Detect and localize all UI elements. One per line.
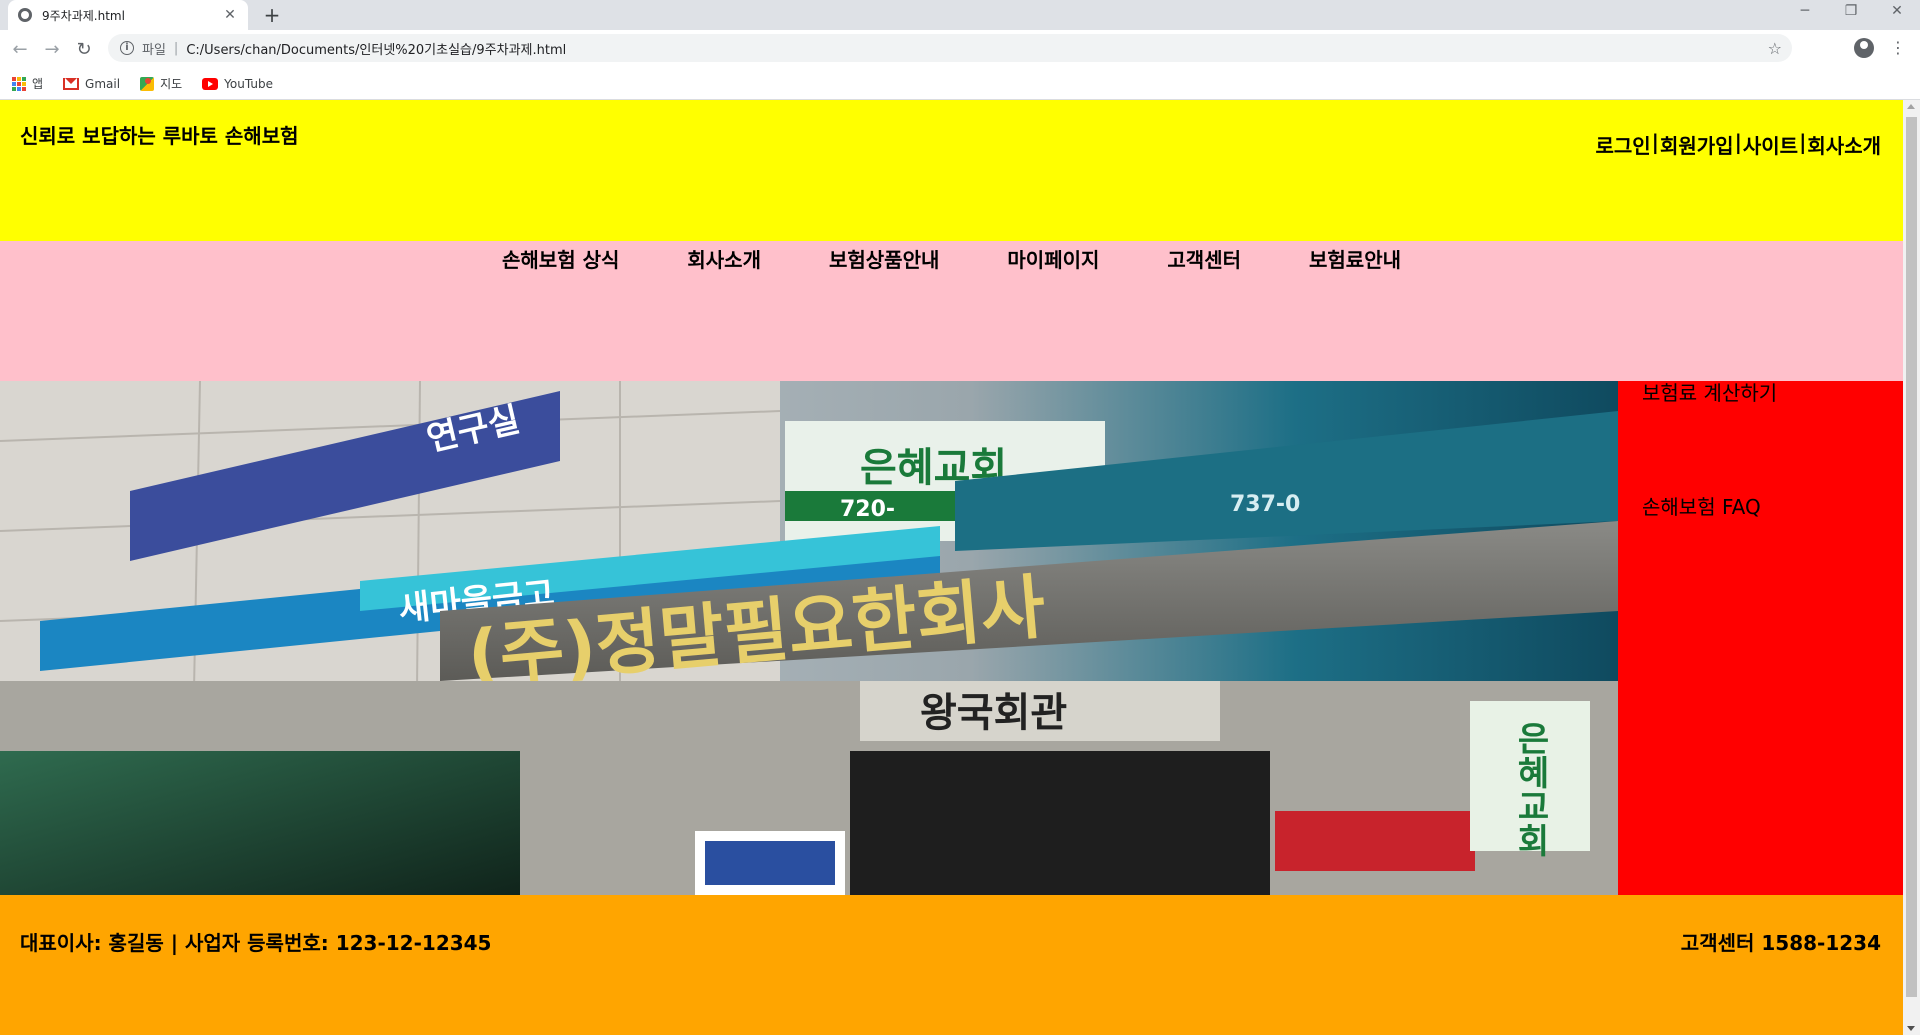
link-separator: | bbox=[1799, 130, 1807, 154]
forward-arrow-icon[interactable]: → bbox=[40, 38, 64, 62]
main-navigation: 손해보험 상식 회사소개 보험상품안내 마이페이지 고객센터 보험료안내 bbox=[0, 241, 1903, 381]
nav-item-mypage[interactable]: 마이페이지 bbox=[1007, 244, 1099, 273]
top-links: 로그인 | 회원가입 | 사이트 | 회사소개 bbox=[1595, 130, 1881, 159]
window-restore-button[interactable]: ❐ bbox=[1828, 0, 1874, 26]
link-separator: | bbox=[1734, 130, 1742, 154]
company-info: 대표이사: 홍길동 | 사업자 등록번호: 123-12-12345 bbox=[20, 931, 492, 955]
new-tab-button[interactable]: + bbox=[260, 3, 284, 27]
bookmark-label: Gmail bbox=[85, 76, 121, 91]
vertical-scrollbar[interactable] bbox=[1903, 100, 1920, 1035]
bookmark-gmail[interactable]: Gmail bbox=[63, 77, 120, 91]
apps-icon bbox=[12, 76, 26, 91]
company-intro-link[interactable]: 회사소개 bbox=[1807, 130, 1881, 159]
scrollbar-thumb[interactable] bbox=[1906, 117, 1917, 997]
side-menu: 보험료 계산하기 손해보험 FAQ bbox=[1618, 381, 1903, 895]
site-title: 신뢰로 보답하는 루바토 손해보험 bbox=[20, 124, 299, 148]
nav-item-insurance-knowledge[interactable]: 손해보험 상식 bbox=[502, 244, 619, 273]
bookmark-label: YouTube bbox=[224, 76, 273, 91]
customer-center-phone: 고객센터 1588-1234 bbox=[1680, 931, 1881, 955]
bookmark-youtube[interactable]: YouTube bbox=[202, 77, 273, 91]
sign-phone-2: 737-0 bbox=[1230, 492, 1300, 517]
browser-tab[interactable]: 9주차과제.html ✕ bbox=[8, 0, 248, 30]
youtube-icon bbox=[202, 77, 219, 90]
site-footer: 대표이사: 홍길동 | 사업자 등록번호: 123-12-12345 고객센터 … bbox=[0, 895, 1903, 1035]
tab-close-icon[interactable]: ✕ bbox=[222, 7, 238, 23]
sign-phone: 720- bbox=[840, 497, 895, 522]
nav-item-premium-info[interactable]: 보험료안내 bbox=[1309, 244, 1401, 273]
browser-tab-bar: 9주차과제.html ✕ + ─ ❐ ✕ bbox=[0, 0, 1920, 30]
login-link[interactable]: 로그인 bbox=[1595, 130, 1650, 159]
address-scheme: 파일 bbox=[142, 42, 166, 58]
bookmark-label: 앱 bbox=[32, 77, 44, 91]
globe-icon bbox=[18, 8, 32, 22]
nav-item-products[interactable]: 보험상품안내 bbox=[829, 244, 939, 273]
page-viewport: 신뢰로 보답하는 루바토 손해보험 로그인 | 회원가입 | 사이트 | 회사소… bbox=[0, 100, 1920, 1035]
scroll-up-arrow-icon[interactable] bbox=[1907, 104, 1915, 109]
window-close-button[interactable]: ✕ bbox=[1874, 0, 1920, 26]
address-url[interactable]: C:/Users/chan/Documents/인터넷%20기초실습/9주차과제… bbox=[186, 39, 566, 58]
address-separator: | bbox=[173, 40, 179, 56]
scroll-down-arrow-icon[interactable] bbox=[1907, 1026, 1915, 1031]
tab-title: 9주차과제.html bbox=[42, 8, 125, 23]
sign-lower: 왕국회관 bbox=[920, 690, 1067, 736]
sign-vertical: 은혜교회 bbox=[1510, 721, 1550, 857]
bookmark-star-icon[interactable]: ☆ bbox=[1768, 39, 1782, 58]
signup-link[interactable]: 회원가입 bbox=[1660, 130, 1734, 159]
gmail-icon bbox=[63, 77, 80, 90]
address-bar[interactable]: i 파일 | C:/Users/chan/Documents/인터넷%20기초실… bbox=[108, 34, 1792, 62]
nav-item-customer-center[interactable]: 고객센터 bbox=[1167, 244, 1241, 273]
site-header: 신뢰로 보답하는 루바토 손해보험 로그인 | 회원가입 | 사이트 | 회사소… bbox=[0, 100, 1903, 241]
faq-link[interactable]: 손해보험 FAQ bbox=[1642, 491, 1761, 520]
site-link[interactable]: 사이트 bbox=[1743, 130, 1798, 159]
bookmarks-bar: 앱 Gmail 지도 YouTube bbox=[0, 68, 1920, 100]
nav-item-company-intro[interactable]: 회사소개 bbox=[687, 244, 761, 273]
reload-icon[interactable]: ↻ bbox=[72, 38, 96, 62]
maps-icon bbox=[140, 76, 155, 91]
window-minimize-button[interactable]: ─ bbox=[1782, 0, 1828, 26]
building-storefront-image: 연구실 은혜교회 720- 737-0 새마을금고 (주)정말필요한회사 왕국회… bbox=[0, 381, 1618, 895]
profile-avatar-icon[interactable] bbox=[1854, 38, 1874, 58]
browser-toolbar: ← → ↻ i 파일 | C:/Users/chan/Documents/인터넷… bbox=[0, 30, 1920, 68]
info-icon[interactable]: i bbox=[120, 41, 134, 55]
building-photo: 연구실 은혜교회 720- 737-0 새마을금고 (주)정말필요한회사 왕국회… bbox=[0, 381, 1618, 895]
premium-calculator-link[interactable]: 보험료 계산하기 bbox=[1642, 377, 1777, 406]
browser-menu-icon[interactable]: ⋮ bbox=[1890, 36, 1906, 60]
bookmark-apps[interactable]: 앱 bbox=[12, 75, 43, 92]
link-separator: | bbox=[1651, 130, 1659, 154]
back-arrow-icon[interactable]: ← bbox=[8, 38, 32, 62]
bookmark-label: 지도 bbox=[160, 77, 183, 91]
bookmark-maps[interactable]: 지도 bbox=[140, 75, 182, 92]
web-page: 신뢰로 보답하는 루바토 손해보험 로그인 | 회원가입 | 사이트 | 회사소… bbox=[0, 100, 1903, 1035]
